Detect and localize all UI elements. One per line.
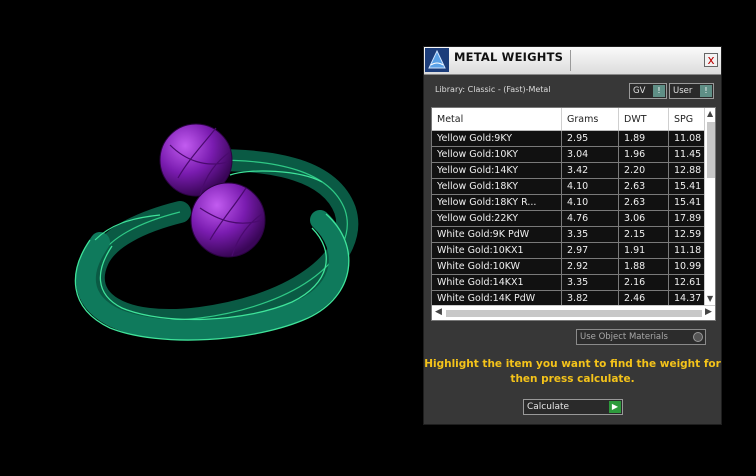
cell-metal: Yellow Gold:14KY <box>432 162 562 179</box>
col-header-metal[interactable]: Metal <box>432 108 562 131</box>
cell-dwt: 2.63 <box>618 194 669 211</box>
cell-dwt: 1.96 <box>618 146 669 163</box>
panel-titlebar[interactable]: METAL WEIGHTS x <box>424 47 721 75</box>
col-header-dwt[interactable]: DWT <box>618 108 669 131</box>
table-row[interactable]: Yellow Gold:9KY 2.95 1.89 11.08 <box>432 130 715 147</box>
radio-knob-icon <box>693 332 703 342</box>
use-object-materials-label: Use Object Materials <box>580 332 668 342</box>
cell-grams: 4.10 <box>561 178 619 195</box>
scroll-up-icon[interactable]: ▲ <box>707 109 713 118</box>
cell-grams: 4.10 <box>561 194 619 211</box>
close-icon[interactable]: x <box>704 53 718 67</box>
cell-metal: Yellow Gold:22KY <box>432 210 562 227</box>
table-row[interactable]: White Gold:10KW 2.92 1.88 10.99 <box>432 258 715 275</box>
ball-lower <box>190 182 266 258</box>
table-row[interactable]: White Gold:14KX1 3.35 2.16 12.61 <box>432 274 715 291</box>
cell-metal: Yellow Gold:18KY <box>432 178 562 195</box>
cell-metal: Yellow Gold:10KY <box>432 146 562 163</box>
table-row[interactable]: White Gold:10KX1 2.97 1.91 11.18 <box>432 242 715 259</box>
cell-grams: 2.97 <box>561 242 619 259</box>
library-label: Library: Classic - (Fast)-Metal <box>435 85 551 94</box>
cell-grams: 2.95 <box>561 130 619 147</box>
col-header-grams[interactable]: Grams <box>561 108 619 131</box>
cell-grams: 3.04 <box>561 146 619 163</box>
table-row[interactable]: Yellow Gold:18KY R... 4.10 2.63 15.41 <box>432 194 715 211</box>
scroll-right-icon[interactable]: ▶ <box>705 307 712 317</box>
cell-metal: White Gold:9K PdW <box>432 226 562 243</box>
titlebar-divider <box>570 50 571 71</box>
calculate-label: Calculate <box>527 402 570 412</box>
cell-dwt: 2.15 <box>618 226 669 243</box>
cell-metal: Yellow Gold:9KY <box>432 130 562 147</box>
cell-dwt: 3.06 <box>618 210 669 227</box>
scroll-down-icon[interactable]: ▼ <box>707 294 713 303</box>
vertical-scroll-thumb[interactable] <box>707 122 715 178</box>
gv-button-label: GV <box>633 86 646 96</box>
cell-grams: 3.35 <box>561 226 619 243</box>
table-row[interactable]: Yellow Gold:18KY 4.10 2.63 15.41 <box>432 178 715 195</box>
gv-button[interactable]: GV ! <box>629 83 667 99</box>
cell-metal: White Gold:10KW <box>432 258 562 275</box>
vertical-scrollbar[interactable]: ▲ ▼ <box>704 108 715 305</box>
cell-dwt: 2.20 <box>618 162 669 179</box>
metal-weights-table: Metal Grams DWT SPG Yellow Gold:9KY 2.95 1… <box>432 108 715 307</box>
table-header-row: Metal Grams DWT SPG <box>432 108 715 131</box>
instruction-message: Highlight the item you want to find the … <box>424 358 721 385</box>
metal-weights-app-icon <box>425 48 449 72</box>
horizontal-scroll-thumb[interactable] <box>446 310 702 317</box>
scroll-left-icon[interactable]: ◀ <box>435 307 442 317</box>
cell-metal: Yellow Gold:18KY R... <box>432 194 562 211</box>
user-toggle-icon: ! <box>700 85 712 97</box>
ring-model <box>74 123 359 341</box>
horizontal-scrollbar[interactable]: ◀ ▶ <box>432 305 715 320</box>
table-row[interactable]: Yellow Gold:14KY 3.42 2.20 12.88 <box>432 162 715 179</box>
cell-grams: 4.76 <box>561 210 619 227</box>
user-button-label: User <box>673 86 693 96</box>
use-object-materials-toggle[interactable]: Use Object Materials <box>576 329 706 345</box>
cell-metal: White Gold:10KX1 <box>432 242 562 259</box>
panel-title: METAL WEIGHTS <box>454 50 564 64</box>
cell-grams: 3.35 <box>561 274 619 291</box>
cell-dwt: 1.88 <box>618 258 669 275</box>
cell-grams: 3.42 <box>561 162 619 179</box>
cell-dwt: 2.63 <box>618 178 669 195</box>
metal-table[interactable]: Metal Grams DWT SPG Yellow Gold:9KY 2.95 1… <box>431 107 716 321</box>
play-icon: ▶ <box>609 401 621 413</box>
user-button[interactable]: User ! <box>669 83 714 99</box>
gv-toggle-icon: ! <box>653 85 665 97</box>
model-viewport[interactable] <box>0 0 420 472</box>
table-row[interactable]: Yellow Gold:22KY 4.76 3.06 17.89 <box>432 210 715 227</box>
cell-metal: White Gold:14KX1 <box>432 274 562 291</box>
calculate-button[interactable]: Calculate ▶ <box>523 399 623 415</box>
cell-dwt: 1.89 <box>618 130 669 147</box>
cell-grams: 2.92 <box>561 258 619 275</box>
cell-dwt: 1.91 <box>618 242 669 259</box>
table-row[interactable]: White Gold:9K PdW 3.35 2.15 12.59 <box>432 226 715 243</box>
metal-weights-panel: METAL WEIGHTS x Library: Classic - (Fast… <box>423 46 722 425</box>
cell-dwt: 2.16 <box>618 274 669 291</box>
table-row[interactable]: Yellow Gold:10KY 3.04 1.96 11.45 <box>432 146 715 163</box>
